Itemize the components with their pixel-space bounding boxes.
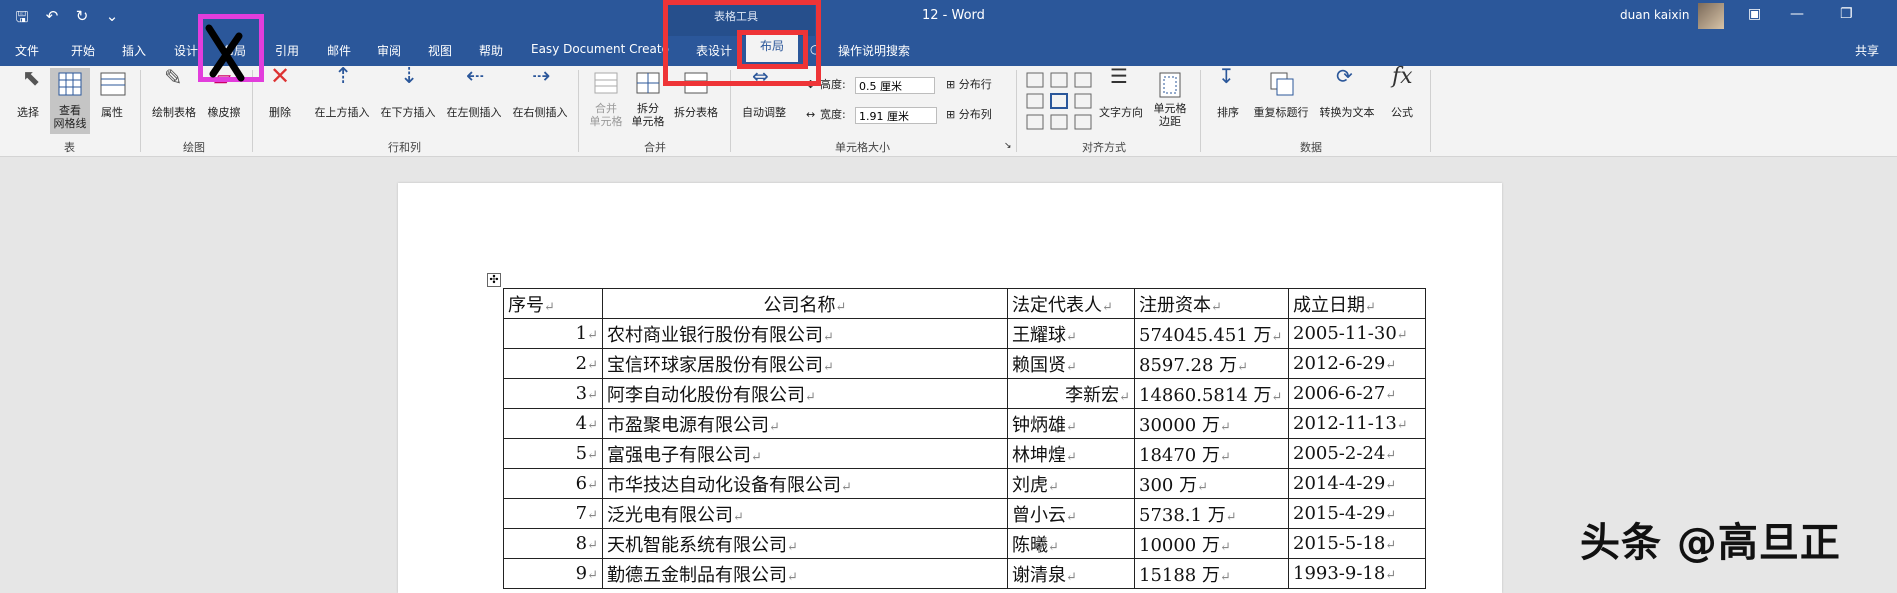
quick-access-toolbar: 🖫 ↶ ↻ ⌄	[14, 7, 120, 32]
grid-icon	[58, 72, 82, 96]
share-button[interactable]: 共享	[1855, 42, 1879, 59]
properties-button[interactable]: 属性	[94, 70, 130, 119]
table-row: 3↵ 阿李自动化股份有限公司↵ 李新宏↵ 14860.5814 万↵ 2006-…	[503, 378, 1426, 409]
formula-button[interactable]: fx 公式	[1384, 64, 1420, 120]
tab-home[interactable]: 开始	[71, 42, 95, 59]
height-spinner[interactable]: 0.5 厘米	[855, 77, 935, 94]
tab-insert[interactable]: 插入	[122, 42, 146, 59]
undo-icon[interactable]: ↶	[44, 7, 60, 32]
header-cell[interactable]: 序号↵	[503, 288, 603, 319]
insert-right-icon: ⇢	[532, 64, 551, 89]
table-properties-icon	[100, 72, 126, 96]
pencil-icon: ✎	[164, 66, 183, 91]
insert-below-button[interactable]: ⇣ 在下方插入	[376, 64, 440, 120]
sort-button[interactable]: ↧ 排序	[1210, 64, 1246, 119]
text-direction-button[interactable]: ☰ 文字方向	[1096, 64, 1146, 119]
draw-table-button[interactable]: ✎ 绘制表格	[148, 66, 200, 120]
insert-below-icon: ⇣	[400, 64, 419, 89]
distribute-rows-button[interactable]: ⊞ 分布行	[946, 78, 992, 91]
group-label-table: 表	[64, 141, 75, 154]
cursor-icon: ⬉	[22, 66, 41, 91]
group-label-draw: 绘图	[183, 141, 205, 154]
height-label: 高度:	[820, 78, 846, 91]
avatar[interactable]	[1698, 3, 1724, 29]
select-button[interactable]: ⬉ 选择	[10, 66, 46, 120]
split-cells-button[interactable]: 拆分 单元格	[628, 70, 668, 128]
table-row: 9↵ 勤德五金制品有限公司↵ 谢清泉↵ 15188 万↵ 1993-9-18↵	[503, 558, 1426, 589]
header-cell[interactable]: 法定代表人↵	[1007, 288, 1135, 319]
split-cells-icon	[636, 72, 660, 94]
window-title: 12 - Word	[922, 8, 985, 23]
tab-design[interactable]: 设计	[174, 42, 198, 59]
group-label-cell-size: 单元格大小	[835, 141, 890, 154]
group-label-rows-columns: 行和列	[388, 141, 421, 154]
restore-icon[interactable]: ❐	[1840, 6, 1853, 22]
distribute-rows-icon: ⊞	[946, 78, 959, 91]
table-move-handle-icon[interactable]: ✣	[487, 273, 501, 287]
alignment-grid-icon[interactable]	[1026, 72, 1092, 132]
table-row: 7↵ 泛光电有限公司↵ 曾小云↵ 5738.1 万↵ 2015-4-29↵	[503, 498, 1426, 529]
merge-cells-icon	[594, 72, 618, 94]
insert-left-button[interactable]: ⇠ 在左侧插入	[442, 64, 506, 120]
redo-icon[interactable]: ↻	[74, 7, 90, 32]
distribute-columns-button[interactable]: ⊞ 分布列	[946, 108, 992, 121]
header-cell[interactable]: 公司名称↵	[602, 288, 1008, 319]
save-icon[interactable]: 🖫	[14, 7, 30, 32]
delete-button[interactable]: ✕ 删除	[262, 62, 298, 119]
insert-left-icon: ⇠	[466, 64, 485, 89]
watermark-text: 头条 @高旦正	[1580, 520, 1841, 566]
tab-references[interactable]: 引用	[275, 42, 299, 59]
distribute-columns-icon: ⊞	[946, 108, 959, 121]
x-mark-icon	[205, 24, 245, 82]
tab-file[interactable]: 文件	[15, 42, 39, 59]
width-label: 宽度:	[820, 108, 846, 121]
table-row: 1↵ 农村商业银行股份有限公司↵ 王耀球↵ 574045.451 万↵ 2005…	[503, 318, 1426, 349]
merge-cells-button[interactable]: 合并 单元格	[588, 70, 624, 128]
table-row: 4↵ 市盈聚电源有限公司↵ 钟炳雄↵ 30000 万↵ 2012-11-13↵	[503, 408, 1426, 439]
repeat-header-icon	[1270, 72, 1294, 96]
data-table[interactable]: 序号↵ 公司名称↵ 法定代表人↵ 注册资本↵ 成立日期↵ 1↵ 农村商业银行股份…	[503, 288, 1426, 589]
title-bar: 🖫 ↶ ↻ ⌄ 表格工具 12 - Word duan kaixin ▣ — ❐	[0, 0, 1897, 36]
tab-tell-me-search[interactable]: 操作说明搜索	[838, 42, 910, 59]
table-row: 6↵ 市华技达自动化设备有限公司↵ 刘虎↵ 300 万↵ 2014-4-29↵	[503, 468, 1426, 499]
width-icon: ↔	[806, 108, 816, 121]
convert-text-icon: ⟳	[1336, 64, 1353, 88]
table-header-row: 序号↵ 公司名称↵ 法定代表人↵ 注册资本↵ 成立日期↵	[503, 288, 1426, 319]
tab-view[interactable]: 视图	[428, 42, 452, 59]
width-spinner[interactable]: 1.91 厘米	[855, 107, 937, 124]
group-label-data: 数据	[1300, 141, 1322, 154]
header-cell[interactable]: 注册资本↵	[1134, 288, 1289, 319]
text-direction-icon: ☰	[1110, 64, 1128, 88]
header-cell[interactable]: 成立日期↵	[1288, 288, 1426, 319]
insert-above-icon: ⇡	[334, 64, 353, 89]
view-gridlines-button[interactable]: 查看 网格线	[50, 68, 90, 134]
tab-review[interactable]: 审阅	[377, 42, 401, 59]
ribbon-display-icon[interactable]: ▣	[1748, 6, 1761, 22]
minimize-icon[interactable]: —	[1790, 6, 1804, 22]
repeat-header-rows-button[interactable]: 重复标题行	[1250, 70, 1312, 119]
insert-above-button[interactable]: ⇡ 在上方插入	[310, 64, 374, 120]
sort-az-icon: ↧	[1218, 64, 1235, 88]
table-row: 8↵ 天机智能系统有限公司↵ 陈曦↵ 10000 万↵ 2015-5-18↵	[503, 528, 1426, 559]
formula-fx-icon: fx	[1392, 64, 1413, 89]
user-name[interactable]: duan kaixin	[1620, 8, 1689, 22]
customize-qat-icon[interactable]: ⌄	[104, 7, 120, 32]
group-label-alignment: 对齐方式	[1082, 141, 1126, 154]
table-row: 2↵ 宝信环球家居股份有限公司↵ 赖国贤↵ 8597.28 万↵ 2012-6-…	[503, 348, 1426, 379]
convert-to-text-button[interactable]: ⟳ 转换为文本	[1316, 64, 1378, 119]
tab-mailings[interactable]: 邮件	[327, 42, 351, 59]
ribbon: ⬉ 选择 查看 网格线 属性 表 ✎ 绘制表格 ▱ 橡皮擦 绘图 ✕ 删除 ⇡ …	[0, 62, 1897, 157]
insert-right-button[interactable]: ⇢ 在右侧插入	[508, 64, 572, 120]
cell-size-dialog-launcher-icon[interactable]: ↘	[1004, 140, 1012, 153]
red-highlight-box-layout-tab	[737, 30, 808, 69]
cell-margins-icon	[1159, 72, 1181, 98]
tab-help[interactable]: 帮助	[479, 42, 503, 59]
group-label-merge: 合并	[644, 141, 666, 154]
cell-margins-button[interactable]: 单元格 边距	[1150, 70, 1190, 128]
delete-table-icon: ✕	[270, 62, 291, 90]
table-row: 5↵ 富强电子有限公司↵ 林坤煌↵ 18470 万↵ 2005-2-24↵	[503, 438, 1426, 469]
tab-easy-document-creator[interactable]: Easy Document Creato	[531, 42, 669, 56]
